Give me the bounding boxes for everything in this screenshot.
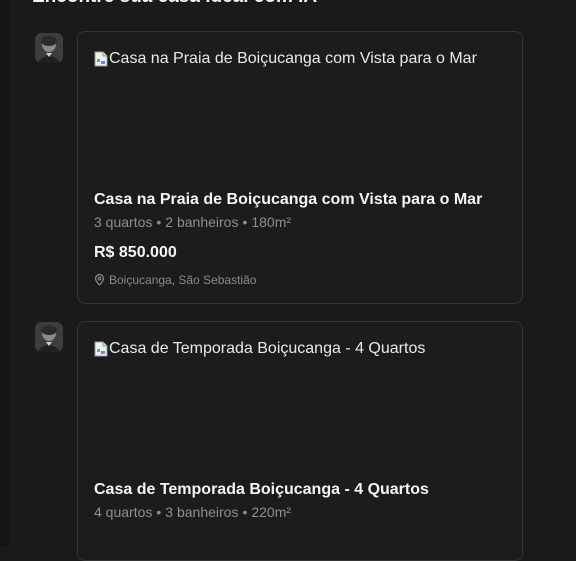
listing-specs: 4 quartos • 3 banheiros • 220m² bbox=[94, 504, 291, 520]
page-title: Encontre sua casa ideal com IA bbox=[32, 0, 317, 8]
separator-dot: • bbox=[156, 214, 162, 230]
bathrooms-count: 3 banheiros bbox=[165, 504, 239, 520]
agent-avatar bbox=[35, 33, 63, 63]
map-pin-icon bbox=[94, 274, 105, 286]
listing-location: Boiçucanga, São Sebastião bbox=[94, 273, 256, 287]
area-size: 220m² bbox=[251, 504, 292, 520]
area-size: 180m² bbox=[251, 214, 292, 230]
bedrooms-count: 3 quartos bbox=[94, 214, 153, 230]
bedrooms-count: 4 quartos bbox=[94, 504, 153, 520]
separator-dot: • bbox=[156, 504, 162, 520]
listing-specs: 3 quartos • 2 banheiros • 180m² bbox=[94, 214, 291, 230]
separator-dot: • bbox=[242, 214, 248, 230]
listing-image[interactable]: Casa de Temporada Boiçucanga - 4 Quartos bbox=[94, 340, 425, 358]
listing-card[interactable]: Casa na Praia de Boiçucanga com Vista pa… bbox=[77, 31, 523, 304]
sidebar-edge bbox=[0, 0, 10, 547]
broken-image-icon bbox=[94, 51, 108, 67]
broken-image-icon bbox=[94, 341, 108, 357]
agent-avatar bbox=[35, 322, 63, 352]
location-text: Boiçucanga, São Sebastião bbox=[109, 273, 257, 287]
listing-price: R$ 850.000 bbox=[94, 244, 177, 261]
bathrooms-count: 2 banheiros bbox=[165, 214, 239, 230]
separator-dot: • bbox=[242, 504, 248, 520]
listing-title[interactable]: Casa na Praia de Boiçucanga com Vista pa… bbox=[94, 191, 482, 209]
image-alt-text: Casa de Temporada Boiçucanga - 4 Quartos bbox=[109, 340, 426, 357]
listing-title[interactable]: Casa de Temporada Boiçucanga - 4 Quartos bbox=[94, 481, 429, 499]
listing-image[interactable]: Casa na Praia de Boiçucanga com Vista pa… bbox=[94, 50, 477, 68]
listing-card[interactable]: Casa de Temporada Boiçucanga - 4 Quartos… bbox=[77, 321, 523, 561]
image-alt-text: Casa na Praia de Boiçucanga com Vista pa… bbox=[109, 50, 477, 67]
